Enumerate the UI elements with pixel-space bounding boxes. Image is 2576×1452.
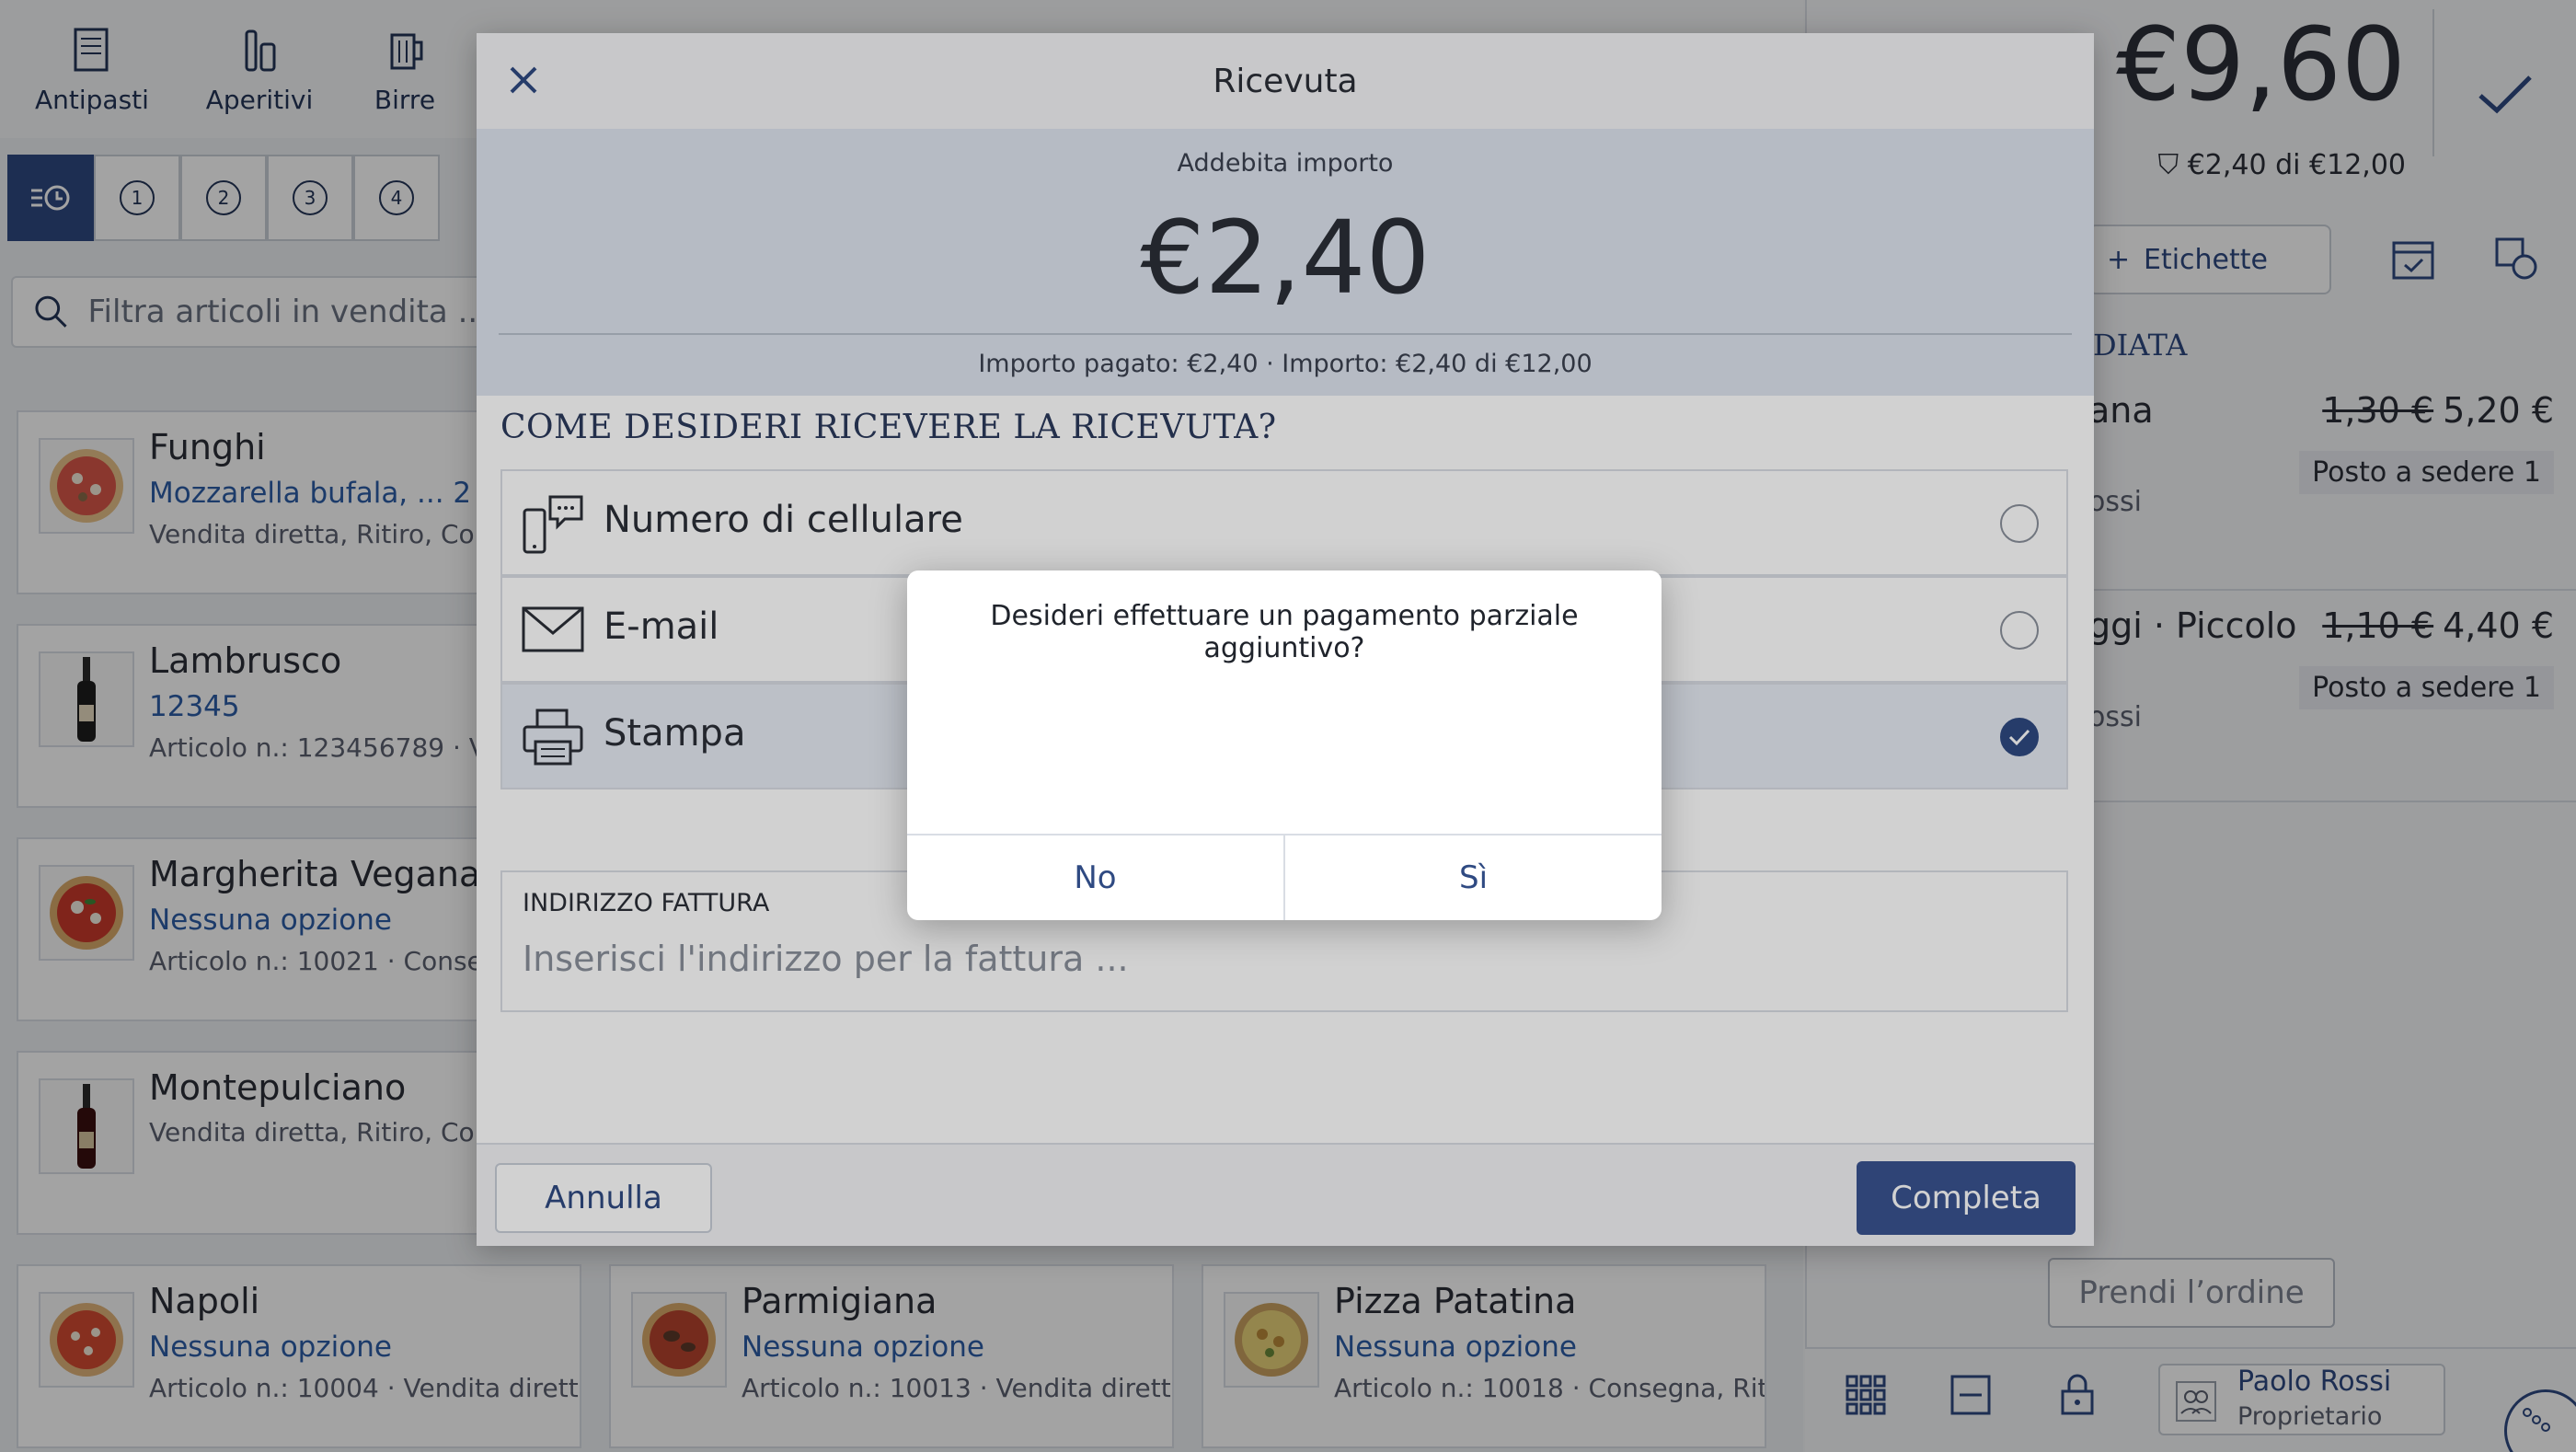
partial-payment-dialog: Desideri effettuare un pagamento parzial… [907, 570, 1662, 920]
dialog-buttons: No Sì [907, 834, 1662, 920]
no-button[interactable]: No [907, 835, 1283, 920]
yes-button[interactable]: Sì [1283, 835, 1662, 920]
dialog-message: Desideri effettuare un pagamento parzial… [990, 600, 1579, 664]
